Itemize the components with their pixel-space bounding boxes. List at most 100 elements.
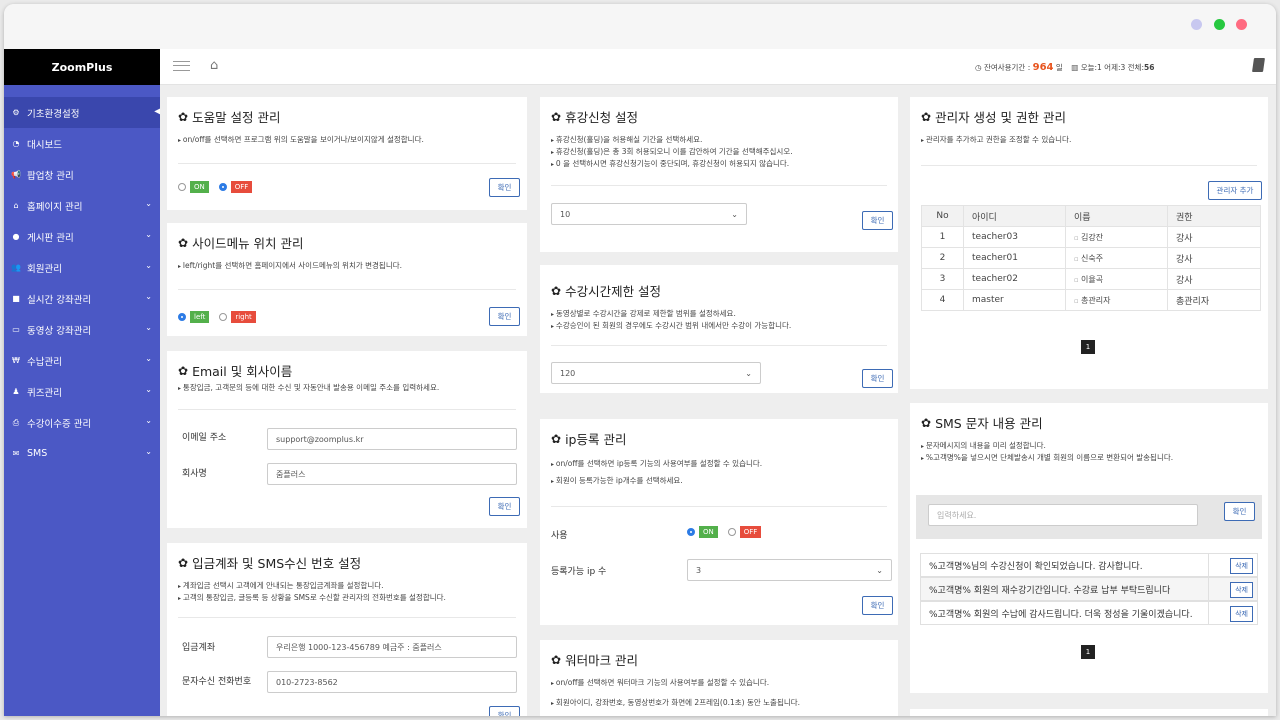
cell-id: teacher02 bbox=[963, 268, 1066, 290]
sms-message-text: %고객명% 회원의 재수강기간입니다. 수강료 납부 부탁드립니다 bbox=[929, 585, 1171, 596]
stats-label: 잔여사용기간 : bbox=[983, 63, 1031, 72]
sidebar-item-11[interactable]: ✉ SMS ⌄ bbox=[4, 438, 160, 469]
sidebar-item-3[interactable]: ⌂ 홈페이지 관리 ⌄ bbox=[4, 190, 160, 221]
leave-confirm-button[interactable]: 확인 bbox=[862, 211, 893, 230]
card-description: on/off를 선택하면 ip등록 기능의 사용여부를 설정할 수 있습니다. … bbox=[551, 456, 887, 490]
sms-input[interactable]: 입력하세요. bbox=[928, 504, 1198, 526]
edit-icon[interactable]: ▫ bbox=[1074, 255, 1081, 263]
book-icon[interactable] bbox=[1252, 58, 1265, 72]
sidebar-item-1[interactable]: ◔ 대시보드 bbox=[4, 128, 160, 159]
company-input[interactable]: 줌플러스 bbox=[267, 463, 517, 485]
time-limit-confirm-button[interactable]: 확인 bbox=[862, 369, 893, 388]
sidebar-item-4[interactable]: ● 게시판 관리 ⌄ bbox=[4, 221, 160, 252]
window-dot-maximize[interactable] bbox=[1214, 19, 1225, 30]
ip-on-radio[interactable] bbox=[687, 528, 695, 536]
sidebar-item-8[interactable]: ₩ 수납관리 ⌄ bbox=[4, 345, 160, 376]
list-item[interactable]: %고객명% 회원의 재수강기간입니다. 수강료 납부 부탁드립니다 삭제 bbox=[920, 577, 1258, 601]
table-row[interactable]: 2 teacher01 ▫ 신숙주 강사 bbox=[921, 247, 1261, 269]
desc-line: 수강승인이 된 회원의 경우에도 수강시간 범위 내에서만 수강이 가능합니다. bbox=[551, 320, 887, 332]
sidebar-item-9[interactable]: ♟ 퀴즈관리 ⌄ bbox=[4, 376, 160, 407]
card-description: 동영상별로 수강시간을 강제로 제한할 범위를 설정하세요. 수강승인이 된 회… bbox=[551, 308, 887, 332]
sidemenu-confirm-button[interactable]: 확인 bbox=[489, 307, 520, 326]
sidebar-item-6[interactable]: ■ 실시간 강좌관리 ⌄ bbox=[4, 283, 160, 314]
divider bbox=[178, 163, 516, 164]
edit-icon[interactable]: ▫ bbox=[1074, 276, 1081, 284]
ip-confirm-button[interactable]: 확인 bbox=[862, 596, 893, 615]
gear-icon: ✿ bbox=[921, 415, 932, 430]
help-confirm-button[interactable]: 확인 bbox=[489, 178, 520, 197]
usage-stats: ◷ 잔여사용기간 : 964 일 ▥ 오늘:1 어제:3 전체:56 bbox=[975, 62, 1154, 73]
divider bbox=[178, 409, 516, 410]
window-dot-close[interactable] bbox=[1236, 19, 1247, 30]
list-item[interactable]: %고객명%님의 수강신청이 확인되었습니다. 감사합니다. 삭제 bbox=[920, 553, 1258, 577]
cell-no: 4 bbox=[921, 289, 964, 311]
select-value: 120 bbox=[560, 368, 576, 378]
divider bbox=[1208, 554, 1209, 576]
table-row[interactable]: 1 teacher03 ▫ 김강잔 강사 bbox=[921, 226, 1261, 248]
ip-off-radio[interactable] bbox=[727, 528, 736, 536]
menu-toggle-icon[interactable] bbox=[173, 61, 190, 71]
delete-button[interactable]: 삭제 bbox=[1230, 606, 1253, 622]
card-description: 문자메시지의 내용을 미리 설정합니다. %고객명%을 넣으시면 단체발송시 개… bbox=[921, 440, 1257, 464]
sms-confirm-button[interactable]: 확인 bbox=[1224, 502, 1255, 521]
column-header: 이름 bbox=[1065, 205, 1168, 227]
window-dot-minimize[interactable] bbox=[1191, 19, 1202, 30]
sidebar-item-label: 팝업창 관리 bbox=[27, 170, 74, 182]
bank-confirm-button[interactable]: 확인 bbox=[489, 706, 520, 716]
table-row[interactable]: 3 teacher02 ▫ 이율곡 강사 bbox=[921, 268, 1261, 290]
divider bbox=[178, 289, 516, 290]
card-title: 도움말 설정 관리 bbox=[192, 110, 281, 125]
brand-logo[interactable]: ZoomPlus bbox=[4, 49, 160, 85]
bullhorn-icon: 📢 bbox=[11, 170, 21, 179]
admin-page-button[interactable]: 1 bbox=[1081, 340, 1095, 354]
card-title: Email 및 회사이름 bbox=[192, 364, 293, 379]
leave-period-select[interactable]: 10 ⌄ bbox=[551, 203, 747, 225]
desc-line: on/off를 선택하면 ip등록 기능의 사용여부를 설정할 수 있습니다. bbox=[551, 456, 887, 473]
sidebar-item-7[interactable]: ▭ 동영상 강좌관리 ⌄ bbox=[4, 314, 160, 345]
sidebar-item-label: 기초환경설정 bbox=[27, 108, 80, 120]
add-admin-button[interactable]: 관리자 추가 bbox=[1208, 181, 1262, 200]
desc-line: 문자메시지의 내용을 미리 설정합니다. bbox=[921, 440, 1257, 452]
sidemenu-left-radio[interactable] bbox=[178, 313, 186, 321]
chevron-down-icon: ⌄ bbox=[145, 447, 152, 456]
cell-role: 강사 bbox=[1167, 247, 1261, 269]
home-icon: ⌂ bbox=[13, 201, 19, 210]
desc-line: 0 을 선택하시면 휴강신청기능이 중단되며, 휴강신청이 허용되지 않습니다. bbox=[551, 158, 887, 170]
chevron-down-icon: ⌄ bbox=[145, 261, 152, 270]
main-content: ✿ 도움말 설정 관리 on/off를 선택하면 프로그램 위의 도움말을 보이거… bbox=[160, 85, 1276, 716]
divider bbox=[178, 617, 516, 618]
ip-count-select[interactable]: 3 ⌄ bbox=[687, 559, 892, 581]
sidebar-item-10[interactable]: ⎙ 수강이수증 관리 ⌄ bbox=[4, 407, 160, 438]
sidebar-item-0[interactable]: ⚙ 기초환경설정 ◀ bbox=[4, 97, 162, 128]
admin-table-wrap: No 아이디 이름 권한 1 teacher03 ▫ 김강잔 강사 2 teacher01 ▫ 신… bbox=[921, 205, 1261, 311]
cell-id: master bbox=[963, 289, 1066, 311]
card-description: 통장입금, 고객문의 등에 대한 수신 및 자동안내 발송용 이메일 주소를 입… bbox=[178, 382, 516, 394]
chevron-down-icon: ⌄ bbox=[731, 209, 738, 219]
sidebar-item-2[interactable]: 📢 팝업창 관리 bbox=[4, 159, 160, 190]
delete-button[interactable]: 삭제 bbox=[1230, 582, 1253, 598]
days-unit: 일 bbox=[1055, 63, 1063, 72]
users-icon: 👥 bbox=[11, 263, 21, 272]
email-label: 이메일 주소 bbox=[182, 433, 227, 443]
sidebar-item-5[interactable]: 👥 회원관리 ⌄ bbox=[4, 252, 160, 283]
sidemenu-right-radio[interactable] bbox=[219, 313, 228, 321]
email-input[interactable]: support@zoomplus.kr bbox=[267, 428, 517, 450]
edit-icon[interactable]: ▫ bbox=[1074, 234, 1081, 242]
account-input[interactable]: 우리은행 1000-123-456789 예금주 : 줌플러스 bbox=[267, 636, 517, 658]
phone-input[interactable]: 010-2723-8562 bbox=[267, 671, 517, 693]
email-confirm-button[interactable]: 확인 bbox=[489, 497, 520, 516]
list-item[interactable]: %고객명% 회원의 수납에 감사드립니다. 더욱 정성을 기울이겠습니다. 삭제 bbox=[920, 601, 1258, 625]
help-on-radio[interactable] bbox=[178, 183, 186, 191]
desc-line: on/off를 선택하면 프로그램 위의 도움말을 보이거나/보이지않게 설정합… bbox=[178, 134, 516, 146]
table-row[interactable]: 4 master ▫ 총관리자 총관리자 bbox=[921, 289, 1261, 311]
sms-page-button[interactable]: 1 bbox=[1081, 645, 1095, 659]
cell-name: ▫ 신숙주 bbox=[1065, 247, 1168, 269]
cell-role: 강사 bbox=[1167, 268, 1261, 290]
sidebar-item-label: 회원관리 bbox=[27, 263, 62, 275]
time-limit-select[interactable]: 120 ⌄ bbox=[551, 362, 761, 384]
edit-icon[interactable]: ▫ bbox=[1074, 297, 1081, 305]
home-icon[interactable]: ⌂ bbox=[210, 58, 218, 73]
select-value: 3 bbox=[696, 565, 702, 575]
delete-button[interactable]: 삭제 bbox=[1230, 558, 1253, 574]
help-off-radio[interactable] bbox=[218, 183, 227, 191]
